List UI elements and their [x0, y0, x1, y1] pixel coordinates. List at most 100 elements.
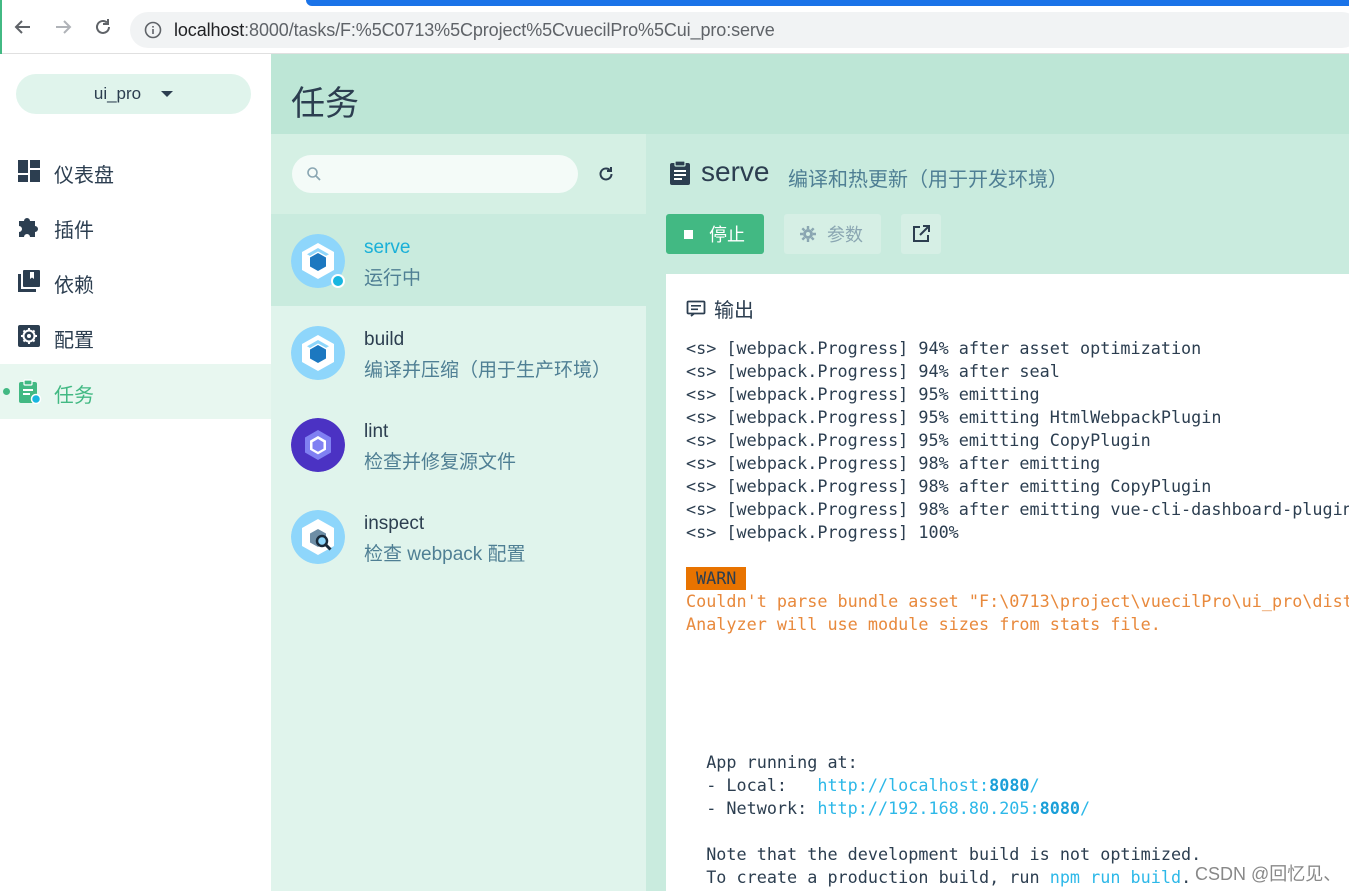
chevron-down-icon	[161, 91, 174, 97]
sidebar-item-label: 仪表盘	[54, 165, 114, 187]
url-path: :8000/tasks/F:%5C0713%5Cproject%5Cvuecil…	[244, 20, 775, 40]
task-list: serve 运行中 build 编译并压缩（用于生产环境） lint 检查并修复…	[271, 134, 646, 891]
tasks-icon	[19, 379, 42, 404]
task-item-serve[interactable]: serve 运行中	[271, 214, 646, 306]
message-icon	[686, 300, 706, 317]
project-name: ui_pro	[93, 84, 142, 103]
arrow-right-icon	[56, 20, 72, 34]
log-prefix: - Local:	[686, 775, 818, 795]
library-icon	[18, 270, 40, 292]
url-text[interactable]: localhost:8000/tasks/F:%5C0713%5Cproject…	[174, 20, 775, 41]
sidebar-item-dashboard[interactable]: 仪表盘	[0, 144, 271, 199]
warn-line: Analyzer will use module sizes from stat…	[686, 614, 1161, 634]
task-item-build[interactable]: build 编译并压缩（用于生产环境）	[271, 306, 646, 398]
page-header: 任务	[271, 54, 1349, 134]
task-search-input[interactable]	[292, 155, 578, 193]
warn-line: Couldn't parse bundle asset "F:\0713\pro…	[686, 591, 1349, 611]
log-prefix: - Network:	[686, 798, 818, 818]
open-app-button[interactable]	[901, 214, 941, 254]
log-text: .	[1181, 867, 1192, 887]
task-name: serve	[364, 237, 411, 258]
log-line: <s> [webpack.Progress] 98% after emittin…	[686, 453, 1101, 473]
sidebar-item-plugins[interactable]: 插件	[0, 199, 271, 254]
sidebar-item-label: 配置	[54, 330, 94, 352]
url-part: http://192.168.80.205:	[817, 798, 1040, 818]
webpack-inspect-icon	[291, 510, 345, 564]
reload-button[interactable]	[92, 16, 114, 38]
back-button[interactable]	[12, 16, 34, 38]
task-desc: 检查 webpack 配置	[364, 544, 526, 565]
info-icon[interactable]	[144, 21, 162, 39]
url-port: 8080	[989, 775, 1030, 795]
sidebar-item-label: 依赖	[54, 275, 94, 297]
parameters-label: 参数	[827, 225, 863, 245]
task-description: 编译和热更新（用于开发环境）	[788, 169, 1068, 191]
log-line: <s> [webpack.Progress] 98% after emittin…	[686, 499, 1349, 519]
open-external-icon	[913, 225, 930, 242]
task-search-bar	[271, 134, 646, 214]
stop-label: 停止	[709, 225, 745, 245]
log-line: App running at:	[686, 752, 858, 772]
running-status-dot	[331, 274, 345, 288]
url-part: http://localhost:	[817, 775, 990, 795]
sidebar-item-label: 插件	[54, 220, 94, 242]
warn-badge: WARN	[686, 567, 747, 590]
stop-icon	[684, 229, 693, 239]
project-selector[interactable]: ui_pro	[16, 74, 251, 114]
task-desc: 运行中	[364, 268, 422, 289]
task-item-inspect[interactable]: inspect 检查 webpack 配置	[271, 490, 646, 582]
url-part: /	[1080, 798, 1091, 818]
url-port: 8080	[1039, 798, 1081, 818]
sidebar-item-dependencies[interactable]: 依赖	[0, 254, 271, 309]
log-line: <s> [webpack.Progress] 95% emitting	[686, 384, 1040, 404]
sidebar-item-config[interactable]: 配置	[0, 309, 271, 364]
puzzle-icon	[19, 218, 38, 237]
output-label: 输出	[714, 300, 754, 322]
address-bar[interactable]: localhost:8000/tasks/F:%5C0713%5Cproject…	[130, 12, 1349, 48]
refresh-icon[interactable]	[596, 164, 616, 184]
task-name: build	[364, 329, 405, 350]
task-desc: 检查并修复源文件	[364, 452, 517, 473]
settings-icon	[18, 325, 40, 347]
active-indicator	[3, 388, 10, 395]
sidebar: ui_pro 仪表盘 插件 依赖 配置 任务	[0, 54, 271, 891]
terminal-log: <s> [webpack.Progress] 94% after asset o…	[686, 337, 1349, 889]
log-line: <s> [webpack.Progress] 94% after asset o…	[686, 338, 1202, 358]
sidebar-item-label: 任务	[54, 385, 94, 407]
page-load-progress	[306, 0, 1349, 6]
local-url-link[interactable]: http://localhost:8080/	[817, 775, 1039, 795]
log-line: <s> [webpack.Progress] 94% after seal	[686, 361, 1060, 381]
browser-toolbar: localhost:8000/tasks/F:%5C0713%5Cproject…	[0, 0, 1349, 84]
forward-button[interactable]	[52, 16, 74, 38]
page-title: 任务	[291, 85, 359, 123]
eslint-icon	[291, 418, 345, 472]
task-name: inspect	[364, 513, 425, 534]
sidebar-item-tasks[interactable]: 任务	[0, 364, 271, 419]
parameters-button[interactable]: 参数	[784, 214, 881, 254]
search-icon	[307, 167, 321, 181]
log-line: <s> [webpack.Progress] 95% emitting Html…	[686, 407, 1222, 427]
npm-command: npm run build	[1049, 867, 1182, 887]
webpack-icon	[291, 326, 345, 380]
output-panel[interactable]: 输出 <s> [webpack.Progress] 94% after asse…	[666, 274, 1349, 891]
reload-icon	[96, 19, 110, 34]
task-item-lint[interactable]: lint 检查并修复源文件	[271, 398, 646, 490]
dashboard-icon	[18, 160, 40, 182]
task-title: serve	[701, 156, 770, 187]
task-desc: 编译并压缩（用于生产环境）	[364, 360, 612, 381]
stop-button[interactable]: 停止	[666, 214, 764, 254]
url-host: localhost	[174, 20, 245, 40]
clipboard-icon	[670, 160, 690, 185]
watermark: CSDN @回忆见、	[1195, 864, 1342, 884]
gear-icon	[800, 226, 816, 242]
log-line: <s> [webpack.Progress] 100%	[686, 522, 959, 542]
network-url-link[interactable]: http://192.168.80.205:8080/	[817, 798, 1090, 818]
log-line: <s> [webpack.Progress] 95% emitting Copy…	[686, 430, 1151, 450]
output-header: 输出	[686, 294, 754, 323]
task-name: lint	[364, 421, 389, 442]
log-text: To create a production build, run	[686, 867, 1050, 887]
arrow-left-icon	[14, 20, 30, 34]
url-part: /	[1029, 775, 1040, 795]
task-detail-panel: serve 编译和热更新（用于开发环境） 停止 参数 输出 <s> [webpa…	[646, 134, 1349, 891]
log-line: <s> [webpack.Progress] 98% after emittin…	[686, 476, 1212, 496]
